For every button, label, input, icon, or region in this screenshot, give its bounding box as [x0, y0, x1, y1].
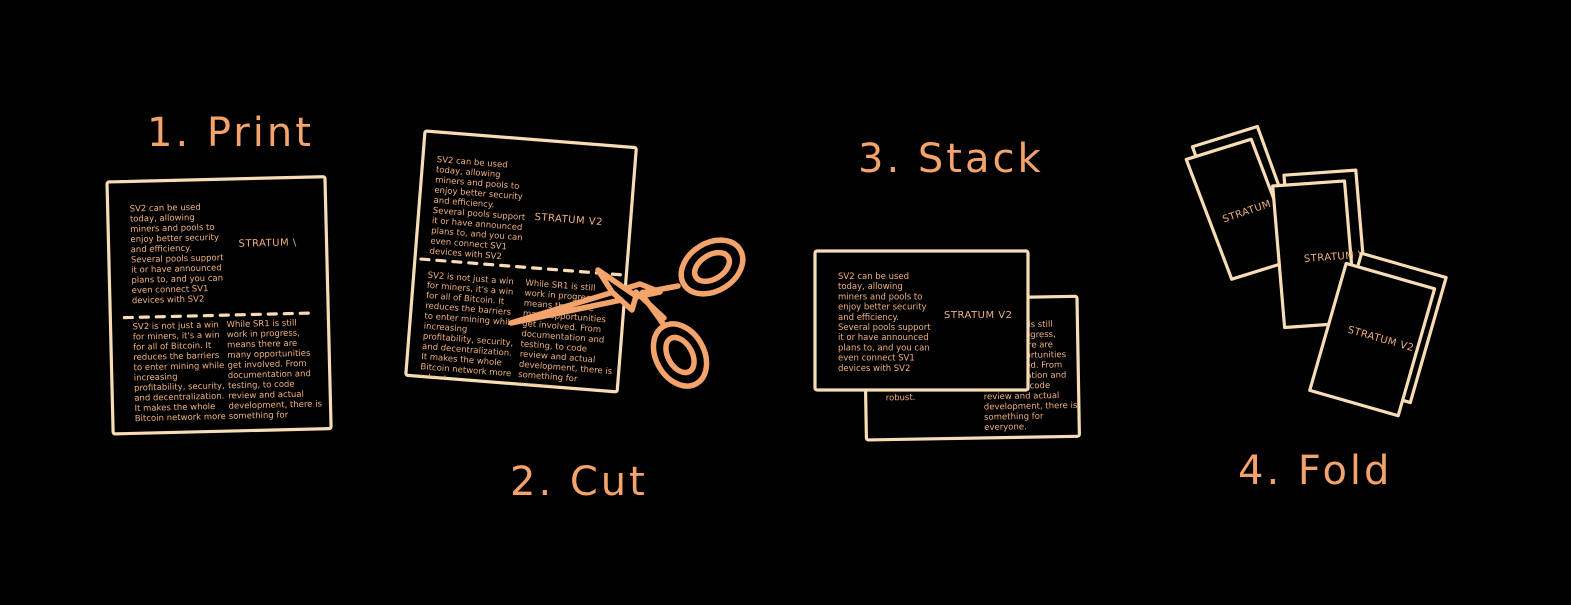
text-line: it or have announced — [838, 333, 929, 343]
text-line: development, there is — [984, 401, 1078, 413]
text-line: today, allowing — [838, 282, 903, 292]
stack-front-sheet: SV2 can be used today, allowing miners and… — [813, 249, 1030, 392]
text-line: everyone. — [984, 422, 1027, 433]
text-line: SV2 can be used — [838, 272, 909, 282]
zine-steps-diagram: 1. Print SV2 can be usedtoday, allowingm… — [105, 110, 1448, 505]
text-line: something for — [229, 410, 289, 421]
text-line: something for — [984, 412, 1044, 423]
step-3-title: 3. Stack — [858, 136, 1044, 182]
text-line: even connect SV1 — [838, 354, 915, 364]
text-line: and efficiency. — [838, 313, 899, 323]
stack-sheet-header: STRATUM V2 — [944, 310, 1013, 321]
text-line: devices with SV2 — [838, 364, 910, 374]
text-line: miners and pools to — [838, 292, 922, 302]
print-sheet: SV2 can be usedtoday, allowingminers and… — [105, 175, 333, 436]
text-line: enjoy better security — [838, 303, 927, 313]
step-2-title: 2. Cut — [510, 459, 648, 505]
text-line: Several pools support — [838, 323, 931, 333]
text-line: plans to, and you can — [838, 343, 930, 353]
step-1-title: 1. Print — [147, 110, 314, 156]
print-sheet-header: STRATUM \ — [238, 237, 297, 249]
text-line: robust. — [886, 393, 916, 404]
step-4-title: 4. Fold — [1238, 448, 1392, 494]
cut-sheet: SV2 can be usedtoday, allowingminers and… — [404, 129, 638, 394]
text-line: devices with SV2 — [132, 294, 205, 306]
